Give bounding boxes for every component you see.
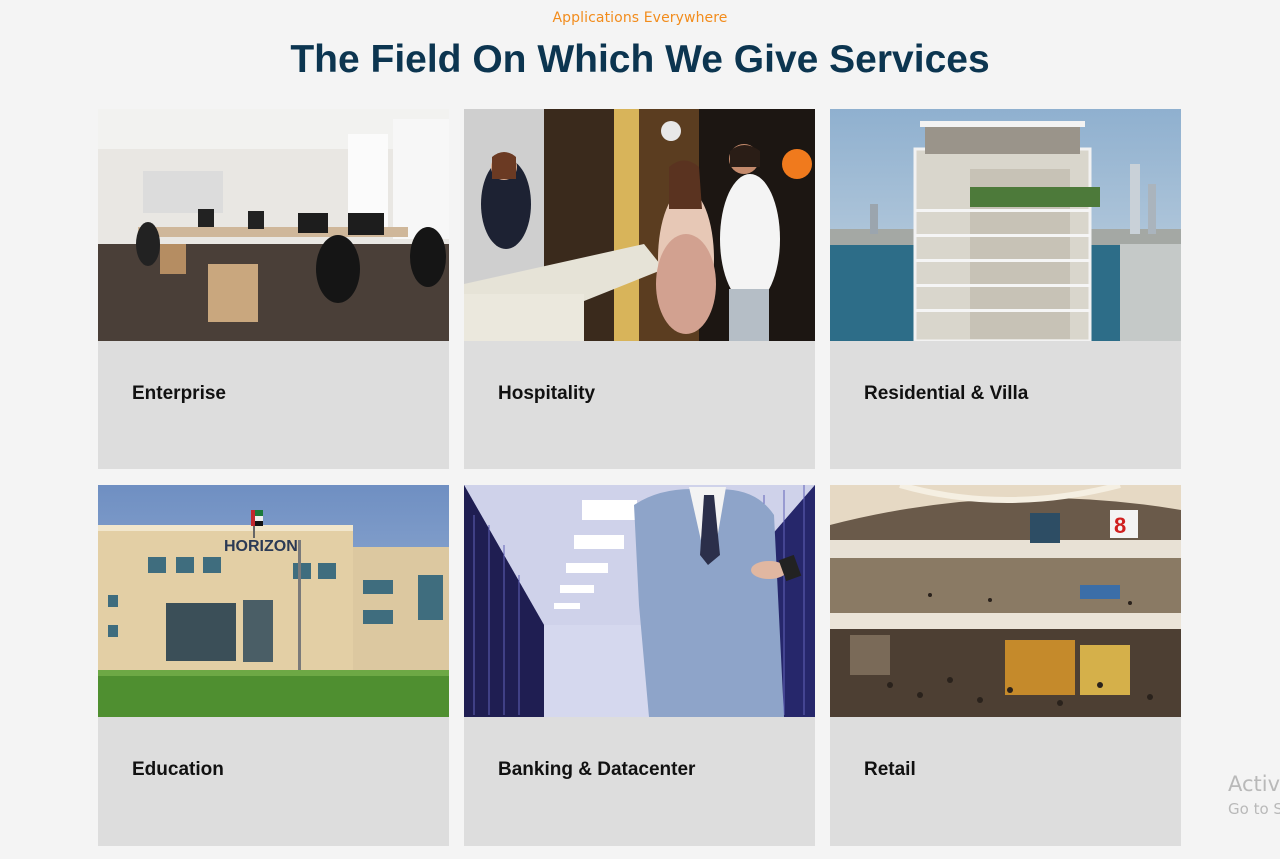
enterprise-image	[98, 109, 449, 341]
service-card-hospitality[interactable]: Hospitality	[464, 109, 815, 469]
services-grid: Enterprise Hospitality Residential & Vil…	[98, 109, 1181, 846]
service-card-banking-datacenter[interactable]: Banking & Datacenter	[464, 485, 815, 846]
retail-sign: 8	[1114, 513, 1126, 538]
service-card-enterprise[interactable]: Enterprise	[98, 109, 449, 469]
watermark-line-2: Go to S	[1228, 800, 1280, 818]
watermark-line-1: Activ	[1228, 772, 1280, 796]
datacenter-image	[464, 485, 815, 717]
service-card-education[interactable]: HORIZON Education	[98, 485, 449, 846]
hospitality-image	[464, 109, 815, 341]
service-card-retail[interactable]: 8 Retail	[830, 485, 1181, 846]
education-image: HORIZON	[98, 485, 449, 717]
card-label: Education	[132, 759, 224, 780]
card-label: Residential & Villa	[864, 383, 1029, 404]
section-title: The Field On Which We Give Services	[290, 38, 990, 81]
retail-image: 8	[830, 485, 1181, 717]
card-label: Hospitality	[498, 383, 596, 404]
card-label: Retail	[864, 759, 916, 780]
residential-image	[830, 109, 1181, 341]
horizon-sign: HORIZON	[224, 538, 298, 555]
services-section: Applications Everywhere The Field On Whi…	[0, 0, 1280, 859]
service-card-residential-villa[interactable]: Residential & Villa	[830, 109, 1181, 469]
card-label: Banking & Datacenter	[498, 759, 696, 780]
os-activation-watermark: Activ Go to S	[1228, 772, 1280, 818]
card-label: Enterprise	[132, 383, 226, 404]
section-eyebrow: Applications Everywhere	[552, 10, 728, 26]
